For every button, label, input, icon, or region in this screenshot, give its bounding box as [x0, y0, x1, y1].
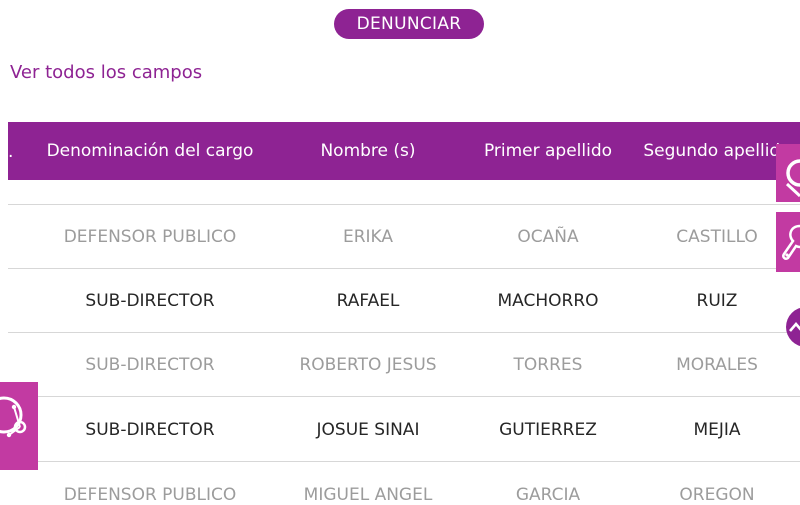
cell-cargo: DEFENSOR PUBLICO: [63, 227, 237, 247]
cell-segundo-apellido: RUIZ: [696, 291, 738, 311]
cell-primer-apellido: MACHORRO: [497, 291, 599, 311]
cell-segundo-apellido: CASTILLO: [676, 227, 758, 247]
column-header-cargo[interactable]: Denominación del cargo: [47, 122, 254, 180]
network-icon: [0, 396, 27, 438]
cell-nombre: JOSUE SINAI: [316, 420, 420, 440]
table-row[interactable]: DEFENSOR PUBLICO ERIKA OCAÑA CASTILLO: [8, 205, 800, 269]
table-row[interactable]: SUB-DIRECTOR RAFAEL MACHORRO RUIZ: [8, 269, 800, 333]
cell-primer-apellido: OCAÑA: [517, 227, 579, 247]
wrench-icon: [782, 224, 800, 260]
cell-nombre: RAFAEL: [336, 291, 400, 311]
cell-cargo: SUB-DIRECTOR: [85, 420, 215, 440]
chevron-up-icon: [789, 322, 800, 332]
cell-nombre: ERIKA: [342, 227, 394, 247]
column-header-segundo-apellido[interactable]: Segundo apellido: [632, 122, 800, 180]
cell-segundo-apellido: MORALES: [676, 355, 758, 375]
cell-nombre: ROBERTO JESUS: [299, 355, 437, 375]
officials-table: . Denominación del cargo Nombre (s) Prim…: [0, 122, 800, 505]
column-header-cut: .: [8, 142, 14, 162]
cell-nombre: MIGUEL ANGEL: [303, 485, 433, 505]
cell-primer-apellido: GARCIA: [515, 485, 581, 505]
tools-side-tab[interactable]: [776, 212, 800, 272]
table-row[interactable]: DEFENSOR PUBLICO MIGUEL ANGEL GARCIA ORE…: [8, 463, 800, 505]
table-header: . Denominación del cargo Nombre (s) Prim…: [8, 122, 800, 180]
cell-cargo: SUB-DIRECTOR: [85, 355, 215, 375]
column-header-nombre[interactable]: Nombre (s): [270, 122, 466, 180]
denunciar-button[interactable]: DENUNCIAR: [334, 9, 484, 39]
cell-cargo: SUB-DIRECTOR: [85, 291, 215, 311]
table-row[interactable]: SUB-DIRECTOR JOSUE SINAI GUTIERREZ MEJIA: [8, 398, 800, 462]
column-header-primer-apellido[interactable]: Primer apellido: [456, 122, 640, 180]
table-row[interactable]: SUB-DIRECTOR ROBERTO JESUS TORRES MORALE…: [8, 333, 800, 397]
search-icon: [785, 159, 800, 198]
cell-segundo-apellido: MEJIA: [693, 420, 741, 440]
cell-primer-apellido: GUTIERREZ: [499, 420, 597, 440]
cell-segundo-apellido: OREGON: [679, 485, 755, 505]
cell-cargo: DEFENSOR PUBLICO: [63, 485, 237, 505]
help-bubble[interactable]: [0, 382, 38, 470]
cell-primer-apellido: TORRES: [513, 355, 583, 375]
search-side-tab[interactable]: [776, 144, 800, 202]
view-all-fields-link[interactable]: Ver todos los campos: [10, 62, 202, 83]
